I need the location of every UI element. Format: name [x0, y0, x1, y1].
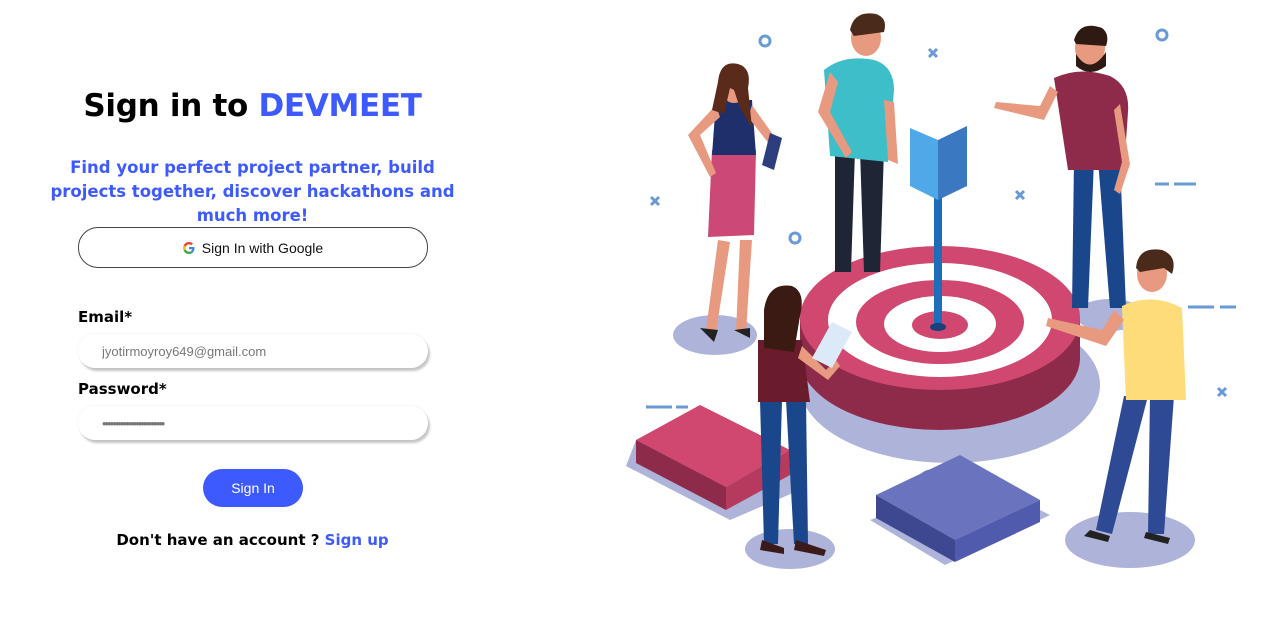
signup-link[interactable]: Sign up	[325, 531, 389, 549]
decor-ring-icon	[758, 34, 772, 48]
signup-question: Don't have an account ?	[116, 531, 320, 549]
decor-ring-icon	[1155, 28, 1169, 42]
email-input[interactable]	[78, 334, 428, 368]
team-target-illustration	[626, 13, 1236, 569]
email-label: Email*	[78, 308, 133, 326]
signin-panel: Sign in to DEVMEET Find your perfect pro…	[0, 0, 505, 630]
google-signin-button[interactable]: Sign In with Google	[78, 227, 428, 268]
google-g-icon	[182, 241, 195, 254]
google-signin-label: Sign In with Google	[201, 239, 324, 256]
page-subtitle: Find your perfect project partner, build…	[50, 158, 455, 225]
password-input[interactable]	[78, 406, 428, 440]
email-field-wrapper	[78, 334, 428, 368]
man-teal-shirt-figure	[818, 13, 898, 272]
password-label: Password*	[78, 380, 167, 398]
brand-name: DEVMEET	[258, 88, 422, 124]
decor-ring-icon	[788, 231, 802, 245]
puzzle-piece-blue-icon	[870, 455, 1050, 565]
signin-button[interactable]: Sign In	[203, 469, 303, 507]
shadow-ellipse	[1065, 512, 1195, 568]
password-field-wrapper	[78, 406, 428, 440]
signup-prompt: Don't have an account ? Sign up	[0, 531, 505, 549]
title-prefix: Sign in to	[83, 88, 248, 124]
page-title: Sign in to DEVMEET	[0, 88, 505, 124]
